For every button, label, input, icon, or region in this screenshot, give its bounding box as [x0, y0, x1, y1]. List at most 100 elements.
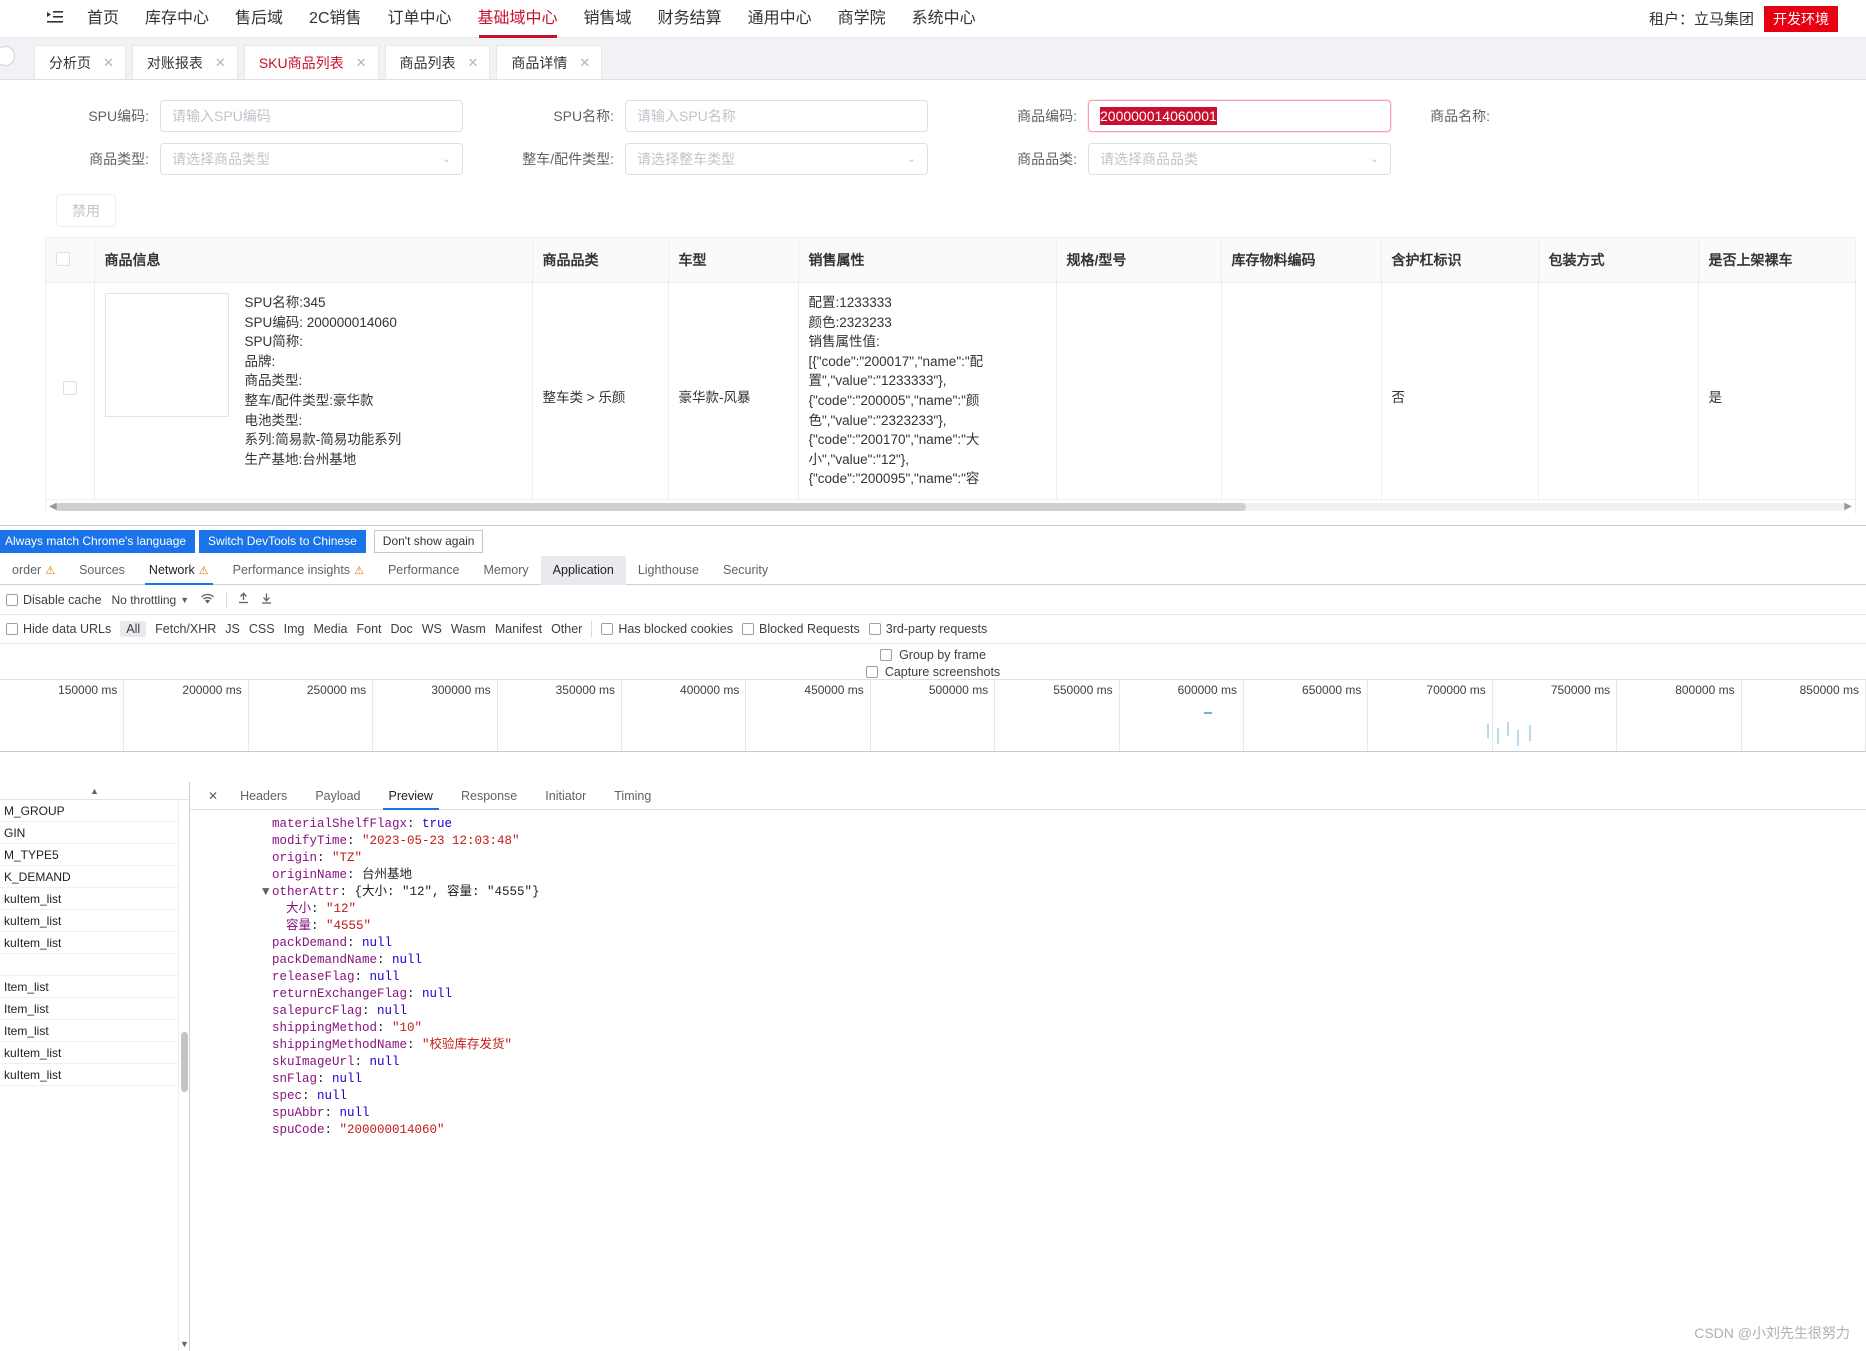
scrollbar-thumb[interactable] — [181, 1032, 188, 1092]
nav-item-6[interactable]: 销售域 — [571, 0, 645, 38]
checkbox-icon[interactable] — [601, 623, 614, 635]
request-row[interactable]: kuItem_list — [0, 932, 189, 954]
json-line[interactable]: spuCode: "200000014060" — [248, 1122, 1866, 1139]
devtools-tab-memory[interactable]: Memory — [472, 556, 541, 585]
page-tab-0[interactable]: 分析页 ✕ — [34, 45, 126, 79]
expand-arrow-icon[interactable]: ▼ — [262, 884, 272, 901]
devtools-tab-application[interactable]: Application — [540, 555, 626, 585]
resource-filter-ws[interactable]: WS — [422, 622, 442, 636]
dont-show-again-button[interactable]: Don't show again — [373, 529, 484, 553]
table-horizontal-scrollbar[interactable]: ◀ ▶ — [45, 500, 1856, 514]
close-icon[interactable]: ✕ — [215, 55, 226, 71]
disable-cache-toggle[interactable]: Disable cache — [6, 593, 102, 607]
resource-filter-js[interactable]: JS — [225, 622, 240, 636]
checkbox-icon[interactable] — [6, 593, 18, 606]
checkbox-icon[interactable] — [865, 666, 878, 678]
resource-filter-doc[interactable]: Doc — [391, 622, 413, 636]
caret-up-icon[interactable]: ▲ — [90, 786, 99, 796]
json-line[interactable]: skuImageUrl: null — [248, 1054, 1866, 1071]
request-row[interactable]: K_DEMAND — [0, 866, 189, 888]
request-row[interactable]: Item_list — [0, 998, 189, 1020]
scroll-down-icon[interactable]: ▼ — [180, 1339, 189, 1349]
resource-filter-manifest[interactable]: Manifest — [495, 622, 542, 636]
checkbox-icon[interactable] — [868, 623, 881, 635]
resource-filter-wasm[interactable]: Wasm — [451, 622, 486, 636]
disable-button[interactable]: 禁用 — [56, 194, 116, 227]
close-icon[interactable]: ✕ — [468, 55, 479, 71]
json-line[interactable]: returnExchangeFlag: null — [248, 986, 1866, 1003]
json-line[interactable]: ▼ otherAttr: {大小: "12", 容量: "4555"} — [248, 884, 1866, 901]
devtools-tab-lighthouse[interactable]: Lighthouse — [626, 556, 711, 585]
spu-code-input[interactable]: 请输入SPU编码 — [160, 99, 463, 132]
devtools-tab-sources[interactable]: Sources — [67, 556, 137, 585]
devtools-tab-security[interactable]: Security — [711, 556, 780, 585]
select-all-checkbox[interactable] — [56, 251, 70, 266]
checkbox-icon[interactable] — [6, 623, 18, 635]
json-line[interactable]: spec: null — [248, 1088, 1866, 1105]
throttling-select[interactable]: No throttling ▼ — [112, 593, 190, 607]
request-row[interactable]: GIN — [0, 822, 189, 844]
spu-name-input[interactable]: 请输入SPU名称 — [625, 99, 928, 132]
nav-item-3[interactable]: 2C销售 — [296, 0, 374, 38]
devtools-tab-performance-insights[interactable]: Performance insights ⚠ — [221, 556, 376, 585]
hide-data-urls-toggle[interactable]: Hide data URLs — [6, 622, 111, 636]
detail-tab-preview[interactable]: Preview — [375, 782, 447, 810]
resource-filter-img[interactable]: Img — [284, 622, 305, 636]
third-party-requests-toggle[interactable]: 3rd-party requests — [868, 622, 987, 636]
product-type-select[interactable]: 请选择商品类型 ⌄ — [160, 142, 463, 175]
json-line[interactable]: originName: 台州基地 — [248, 867, 1866, 884]
request-row[interactable]: kuItem_list — [0, 1042, 189, 1064]
scrollbar-thumb[interactable] — [56, 503, 1246, 511]
switch-to-chinese-button[interactable]: Switch DevTools to Chinese — [199, 529, 366, 553]
json-line[interactable]: salepurcFlag: null — [248, 1003, 1866, 1020]
scroll-left-icon[interactable]: ◀ — [49, 501, 57, 512]
vehicle-part-type-select[interactable]: 请选择整车类型 ⌄ — [625, 142, 928, 175]
product-code-input[interactable]: 200000014060001 — [1088, 99, 1391, 132]
json-line[interactable]: spuAbbr: null — [248, 1105, 1866, 1122]
devtools-tab-order[interactable]: order ⚠ — [0, 556, 67, 585]
checkbox-icon[interactable] — [742, 623, 754, 635]
json-line[interactable]: modifyTime: "2023-05-23 12:03:48" — [248, 833, 1866, 850]
import-har-icon[interactable] — [237, 591, 250, 608]
detail-tab-payload[interactable]: Payload — [301, 782, 374, 810]
resource-filter-all[interactable]: All — [120, 621, 147, 637]
nav-item-4[interactable]: 订单中心 — [375, 0, 465, 38]
json-line[interactable]: 大小: "12" — [248, 901, 1866, 918]
detail-tab-headers[interactable]: Headers — [226, 782, 301, 810]
close-icon[interactable]: ✕ — [356, 55, 367, 71]
group-by-frame-toggle[interactable]: Group by frame — [880, 648, 986, 662]
tab-scroll-left-indicator[interactable] — [0, 38, 15, 79]
devtools-tab-performance[interactable]: Performance — [376, 556, 472, 585]
checkbox-icon[interactable] — [880, 649, 893, 661]
page-tab-1[interactable]: 对账报表 ✕ — [131, 45, 238, 79]
request-row[interactable]: kuItem_list — [0, 1064, 189, 1086]
network-conditions-icon[interactable] — [199, 592, 216, 608]
page-tab-3[interactable]: 商品列表 ✕ — [384, 45, 491, 79]
json-line[interactable]: 容量: "4555" — [248, 918, 1866, 935]
request-row[interactable] — [0, 954, 189, 976]
json-line[interactable]: materialShelfFlagx: true — [248, 816, 1866, 833]
resource-filter-font[interactable]: Font — [356, 622, 381, 636]
request-row[interactable]: kuItem_list — [0, 888, 189, 910]
export-har-icon[interactable] — [260, 592, 273, 608]
resource-filter-fetch-xhr[interactable]: Fetch/XHR — [155, 622, 216, 636]
nav-item-0[interactable]: 首页 — [74, 0, 132, 38]
scroll-right-icon[interactable]: ▶ — [1844, 501, 1852, 512]
json-line[interactable]: shippingMethodName: "校验库存发货" — [248, 1037, 1866, 1054]
nav-item-5[interactable]: 基础域中心 — [465, 0, 571, 38]
request-row[interactable]: M_TYPE5 — [0, 844, 189, 866]
json-line[interactable]: packDemand: null — [248, 935, 1866, 952]
always-match-language-button[interactable]: Always match Chrome's language — [0, 529, 196, 553]
request-list-scrollbar[interactable]: ▼ — [178, 800, 189, 1351]
close-icon[interactable]: ✕ — [103, 55, 114, 71]
has-blocked-cookies-toggle[interactable]: Has blocked cookies — [601, 622, 733, 636]
product-category-select[interactable]: 请选择商品品类 ⌄ — [1088, 142, 1391, 175]
request-row[interactable]: Item_list — [0, 976, 189, 998]
page-tab-2[interactable]: SKU商品列表 ✕ — [243, 45, 379, 79]
network-timeline[interactable]: 150000 ms 200000 ms 250000 ms 300000 ms 3500… — [0, 679, 1866, 752]
request-list[interactable]: ▲ M_GROUP GIN M_TYPE5 K_DEMAND kuItem_list ku… — [0, 782, 190, 1351]
resource-filter-other[interactable]: Other — [551, 622, 582, 636]
blocked-requests-toggle[interactable]: Blocked Requests — [742, 622, 860, 636]
detail-tab-timing[interactable]: Timing — [600, 782, 665, 810]
json-line[interactable]: origin: "TZ" — [248, 850, 1866, 867]
